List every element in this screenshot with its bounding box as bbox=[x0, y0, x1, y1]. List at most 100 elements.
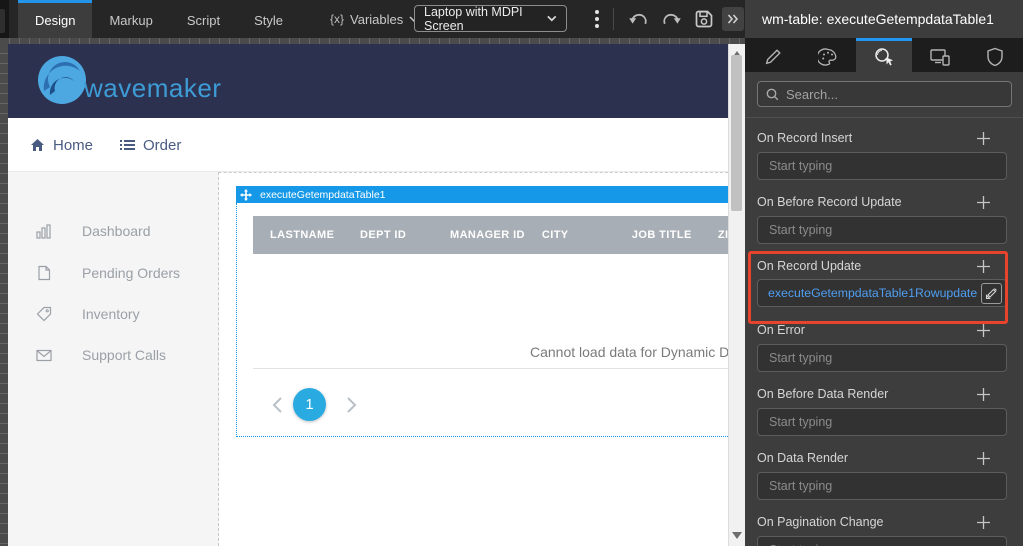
add-event-button[interactable] bbox=[971, 256, 995, 276]
move-icon bbox=[240, 189, 252, 201]
column-header-zip[interactable]: ZIP bbox=[701, 216, 728, 254]
column-header-manager-id[interactable]: MANAGER ID bbox=[433, 216, 525, 254]
add-event-button[interactable] bbox=[971, 448, 995, 468]
plus-icon bbox=[976, 195, 991, 210]
add-event-button[interactable] bbox=[971, 512, 995, 532]
events-search-box[interactable] bbox=[757, 81, 1012, 107]
add-event-button[interactable] bbox=[971, 192, 995, 212]
plus-icon bbox=[976, 451, 991, 466]
edit-pencil-icon bbox=[985, 287, 998, 300]
column-header-city[interactable]: CITY bbox=[525, 216, 615, 254]
pagination-prev-button[interactable] bbox=[272, 396, 284, 414]
plus-icon bbox=[976, 131, 991, 146]
redo-icon bbox=[662, 10, 682, 28]
brand-name: wavemaker bbox=[84, 73, 221, 104]
sidebar-item-dashboard[interactable]: Dashboard bbox=[36, 220, 151, 242]
nav-item-home[interactable]: Home bbox=[30, 118, 93, 172]
chevron-left-icon bbox=[272, 396, 283, 414]
design-canvas: wavemaker Home Order Dashboard Pending O… bbox=[8, 44, 728, 546]
table-footer-divider bbox=[253, 368, 728, 369]
event-handler-link[interactable]: executeGetempdataTable1Rowupdate bbox=[768, 286, 981, 300]
tab-markup-properties[interactable] bbox=[745, 38, 801, 72]
chevron-down-icon bbox=[547, 15, 557, 22]
document-icon bbox=[36, 265, 52, 281]
scrollbar-thumb[interactable] bbox=[731, 55, 742, 211]
collapse-panel-button[interactable] bbox=[722, 7, 744, 31]
edit-handler-button[interactable] bbox=[981, 283, 1002, 304]
pagination-page-button[interactable]: 1 bbox=[293, 388, 326, 421]
nav-item-label: Home bbox=[53, 137, 93, 154]
pointer-magnifier-icon bbox=[873, 47, 895, 67]
tag-icon bbox=[36, 306, 52, 322]
devices-icon bbox=[929, 48, 951, 66]
plus-icon bbox=[976, 387, 991, 402]
list-icon bbox=[120, 139, 135, 151]
panel-divider bbox=[745, 117, 1023, 118]
panel-handle[interactable] bbox=[0, 9, 5, 33]
event-label-on-record-insert: On Record Insert bbox=[757, 131, 957, 145]
add-event-button[interactable] bbox=[971, 320, 995, 340]
shield-icon bbox=[986, 47, 1004, 67]
pagination-current-page: 1 bbox=[305, 396, 313, 413]
brand-logo: wavemaker bbox=[34, 53, 221, 109]
add-event-button[interactable] bbox=[971, 128, 995, 148]
widget-selection-border bbox=[236, 436, 728, 437]
event-label-on-before-record-update: On Before Record Update bbox=[757, 195, 957, 209]
tab-events[interactable] bbox=[856, 38, 912, 72]
event-label-on-pagination-change: On Pagination Change bbox=[757, 515, 957, 529]
tab-security[interactable] bbox=[967, 38, 1023, 72]
envelope-icon bbox=[36, 349, 52, 362]
event-input-on-error[interactable] bbox=[757, 344, 1007, 372]
variables-menu[interactable]: {x} Variables bbox=[330, 0, 419, 38]
save-icon bbox=[694, 9, 714, 29]
column-header-dept-id[interactable]: DEPT ID bbox=[343, 216, 433, 254]
device-preview-select[interactable]: Laptop with MDPI Screen bbox=[414, 5, 567, 32]
event-label-on-record-update: On Record Update bbox=[757, 259, 957, 273]
add-event-button[interactable] bbox=[971, 384, 995, 404]
plus-icon bbox=[976, 259, 991, 274]
sidebar-item-inventory[interactable]: Inventory bbox=[36, 303, 140, 325]
toolbar-divider bbox=[613, 8, 614, 30]
palette-icon bbox=[818, 48, 838, 66]
pencil-icon bbox=[764, 48, 782, 66]
nav-item-label: Order bbox=[143, 137, 181, 154]
event-input-on-record-insert[interactable] bbox=[757, 152, 1007, 180]
inspector-tabs bbox=[745, 38, 1023, 72]
sidebar-item-pending-orders[interactable]: Pending Orders bbox=[36, 262, 180, 284]
event-input-on-pagination-change[interactable] bbox=[757, 536, 1007, 546]
tab-design[interactable]: Design bbox=[18, 0, 92, 38]
pagination-next-button[interactable] bbox=[346, 396, 358, 414]
sidebar-item-label: Support Calls bbox=[82, 347, 166, 363]
save-button[interactable] bbox=[692, 7, 716, 31]
event-input-on-before-record-update[interactable] bbox=[757, 216, 1007, 244]
data-table-header-row: LASTNAME DEPT ID MANAGER ID CITY JOB TIT… bbox=[253, 216, 728, 254]
studio-toolbar: Design Markup Script Style {x} Variables… bbox=[0, 0, 745, 38]
search-input[interactable] bbox=[786, 87, 1003, 102]
undo-button[interactable] bbox=[626, 7, 650, 31]
selected-widget-title: wm-table: executeGetempdataTable1 bbox=[762, 11, 994, 27]
scroll-down-arrow-icon[interactable] bbox=[732, 532, 742, 539]
vertical-ruler bbox=[0, 44, 8, 546]
canvas-scrollbar[interactable] bbox=[728, 44, 745, 546]
column-header-job-title[interactable]: JOB TITLE bbox=[615, 216, 701, 254]
studio-mode-tabs: Design Markup Script Style bbox=[18, 0, 300, 38]
more-options-icon[interactable] bbox=[590, 8, 604, 30]
selected-widget-title-bar[interactable]: executeGetempdataTable1 bbox=[236, 186, 728, 203]
tab-markup[interactable]: Markup bbox=[92, 0, 169, 38]
nav-item-order[interactable]: Order bbox=[120, 118, 181, 172]
tab-devices[interactable] bbox=[912, 38, 968, 72]
double-chevron-right-icon bbox=[727, 14, 739, 24]
column-header-lastname[interactable]: LASTNAME bbox=[253, 216, 343, 254]
event-input-on-before-data-render[interactable] bbox=[757, 408, 1007, 436]
tab-styles[interactable] bbox=[801, 38, 857, 72]
undo-icon bbox=[628, 10, 648, 28]
inspector-title: wm-table: executeGetempdataTable1 bbox=[745, 0, 1023, 38]
sidebar-item-label: Dashboard bbox=[82, 223, 151, 239]
sidebar-item-support-calls[interactable]: Support Calls bbox=[36, 344, 166, 366]
tab-style[interactable]: Style bbox=[237, 0, 300, 38]
tab-script[interactable]: Script bbox=[170, 0, 237, 38]
event-input-on-data-render[interactable] bbox=[757, 472, 1007, 500]
redo-button[interactable] bbox=[660, 7, 684, 31]
bar-chart-icon bbox=[36, 224, 52, 239]
widget-name-label: executeGetempdataTable1 bbox=[260, 189, 386, 201]
